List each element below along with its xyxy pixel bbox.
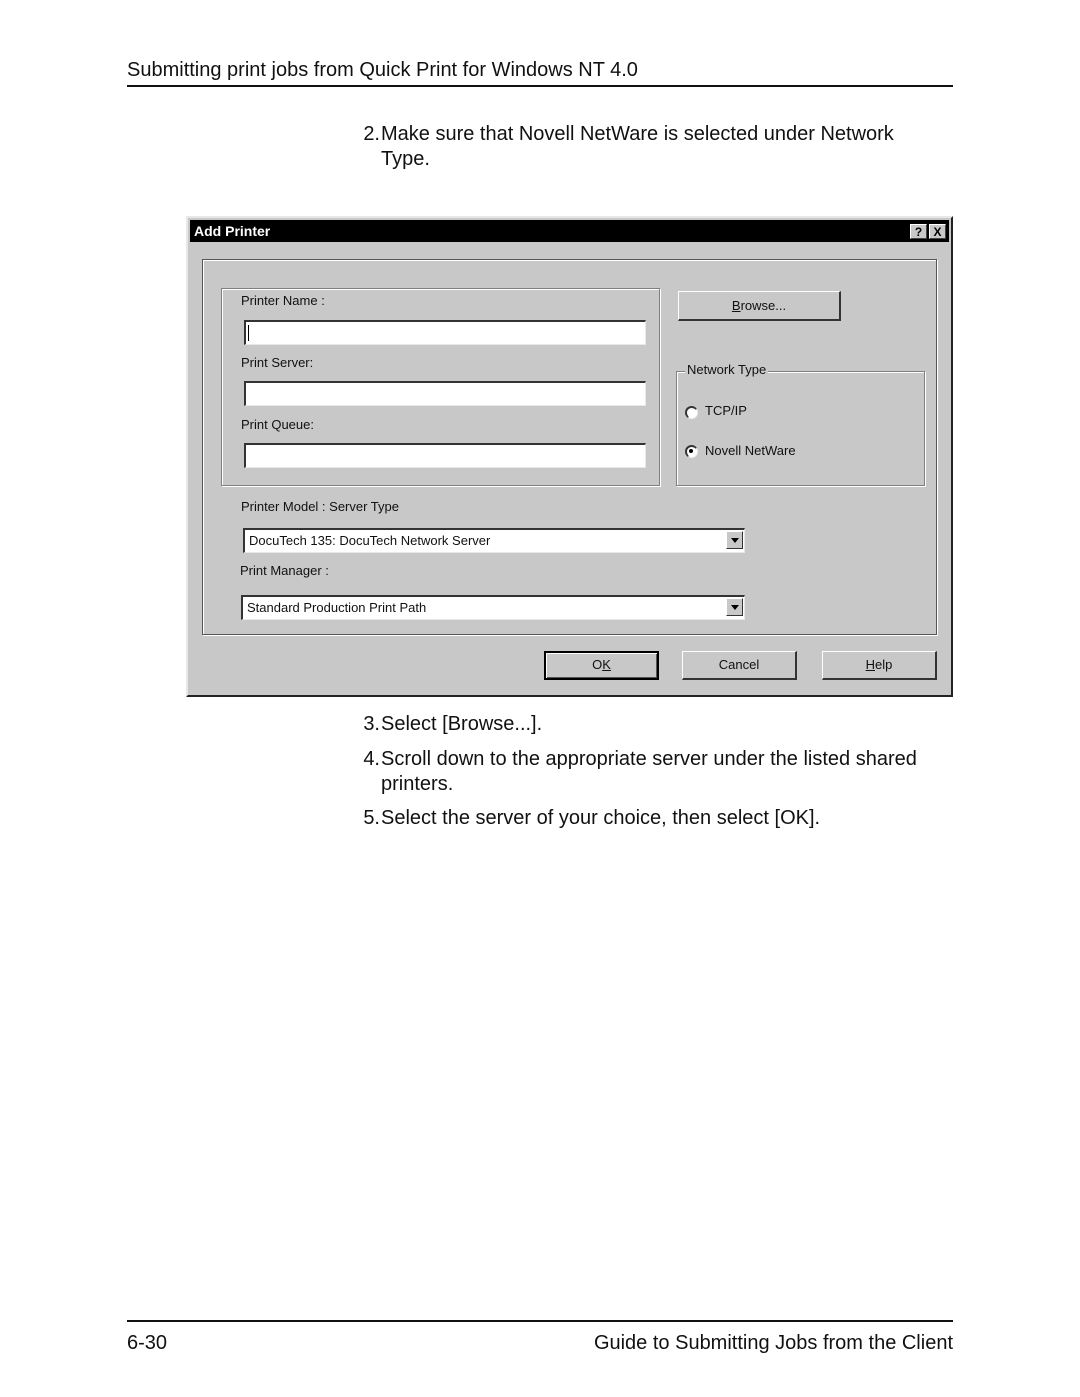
cancel-label: Cancel [718,657,760,672]
tcpip-radio[interactable] [685,406,698,419]
step-number: 5. [363,807,380,829]
novell-netware-label[interactable]: Novell NetWare [705,443,796,458]
help-label: elp [875,657,893,672]
browse-mnemonic: B [731,298,741,313]
cancel-button[interactable]: Cancel [682,651,797,680]
browse-label: rowse... [740,298,787,313]
help-icon[interactable]: ? [910,224,927,239]
text-caret [248,325,249,341]
footer-title: Guide to Submitting Jobs from the Client [593,1332,953,1354]
page-header: Submitting print jobs from Quick Print f… [127,59,638,81]
step-text-line: Scroll down to the appropriate server un… [381,748,917,770]
network-type-group: Network Type TCP/IP Novell NetWare [676,362,925,486]
header-divider [127,85,953,87]
printer-name-input[interactable] [244,320,646,345]
tcpip-label[interactable]: TCP/IP [705,403,747,418]
step-text-line: Select the server of your choice, then s… [381,807,821,829]
ok-mnemonic: K [602,657,611,672]
ok-button[interactable]: OK [544,651,659,680]
help-button[interactable]: Help [822,651,937,680]
dialog-title: Add Printer [194,223,271,239]
page-number: 6-30 [127,1332,168,1354]
printer-model-select[interactable]: DocuTech 135: DocuTech Network Server [243,528,745,553]
step-text-line: printers. [381,773,454,795]
printer-model-label: Printer Model : Server Type [241,499,399,514]
chevron-down-icon[interactable] [726,531,743,549]
printer-info-group: Printer Name : Print Server: Print Queue… [221,288,660,486]
close-icon[interactable]: X [929,224,946,239]
ok-label: O [592,657,603,672]
novell-netware-radio[interactable] [685,445,698,458]
step-number: 4. [363,748,380,770]
print-manager-label: Print Manager : [240,563,329,578]
add-printer-dialog: Add Printer ? X Printer Name : Print Ser… [186,216,953,697]
step-3: 3. Select [Browse...]. [352,712,962,737]
step-4: 4. Scroll down to the appropriate server… [352,747,962,797]
print-server-input[interactable] [244,381,646,406]
print-queue-label: Print Queue: [241,417,314,432]
print-server-label: Print Server: [241,355,314,370]
print-manager-value: Standard Production Print Path [247,600,427,615]
dialog-titlebar: Add Printer ? X [190,220,949,242]
print-queue-input[interactable] [244,443,646,468]
step-number: 3. [363,713,380,735]
browse-button[interactable]: Browse... [678,291,841,321]
printer-model-value: DocuTech 135: DocuTech Network Server [249,533,491,548]
step-text-line: Select [Browse...]. [381,713,543,735]
step-number: 2. [363,123,380,145]
step-text-line: Type. [381,148,430,170]
chevron-down-icon[interactable] [726,598,743,616]
network-type-legend: Network Type [685,362,769,377]
step-5: 5. Select the server of your choice, the… [352,806,962,831]
step-2: 2. Make sure that Novell NetWare is sele… [352,122,952,172]
footer-divider [127,1320,953,1322]
help-mnemonic: H [865,657,876,672]
printer-name-label: Printer Name : [241,293,325,308]
step-text-line: Make sure that Novell NetWare is selecte… [381,123,894,145]
print-manager-select[interactable]: Standard Production Print Path [241,595,745,620]
dialog-panel: Printer Name : Print Server: Print Queue… [202,259,937,635]
